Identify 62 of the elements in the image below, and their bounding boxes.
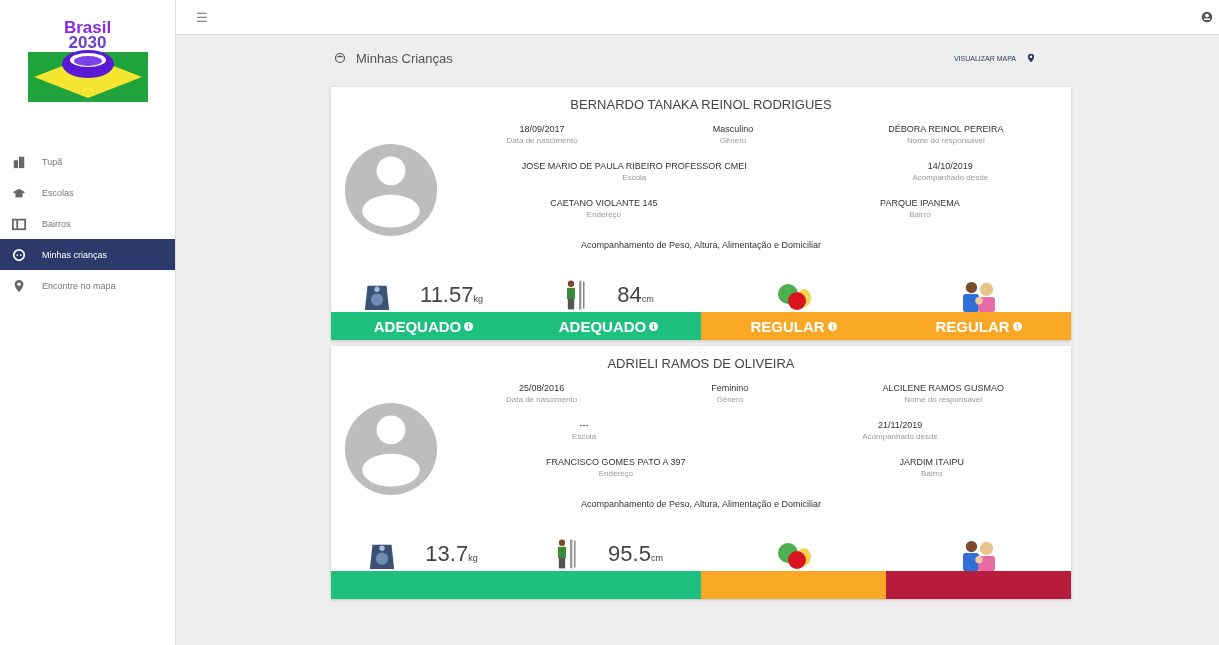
city-icon [12, 154, 26, 169]
sidebar-item[interactable]: Minhas crianças [0, 239, 175, 270]
sidebar-item[interactable]: Bairros [0, 208, 175, 239]
info-icon[interactable] [464, 321, 474, 331]
field-value: 14/10/2019 [927, 161, 973, 171]
field-label: Acompanhado desde [912, 173, 989, 182]
measure-value: 11.57kg [420, 282, 483, 309]
child-name: BERNARDO TANAKA REINOL RODRIGUES [569, 96, 833, 112]
info-icon[interactable] [1012, 321, 1022, 331]
field-value: --- [579, 420, 589, 430]
child-icon [12, 247, 26, 262]
status-bar: REGULAR [701, 312, 886, 340]
avatar-icon [343, 401, 439, 497]
field-value: CAETANO VIOLANTE 145 [550, 198, 658, 208]
sidebar-item[interactable]: Encontre no mapa [0, 270, 175, 301]
measure-value: 95.5cm [608, 541, 663, 568]
status-bar: ADEQUADO [516, 312, 701, 340]
sidebar-item[interactable]: Escolas [0, 177, 175, 208]
child-icon [334, 52, 346, 64]
field-label: Acompanhado desde [862, 432, 938, 441]
field-label: Bairro [921, 469, 943, 478]
field-value: 21/11/2019 [877, 420, 923, 430]
pin-icon [1026, 52, 1036, 64]
measure-value: 13.7 kg [425, 541, 478, 568]
field-value: FRANCISCO GOMES PATO A 397 [546, 457, 686, 467]
info-icon[interactable] [649, 321, 659, 331]
child-name: ADRIELI RAMOS DE OLIVEIRA [606, 355, 796, 371]
field-value: ALCILENE RAMOS GUSMAO [882, 383, 1004, 393]
field-label: Gênero [716, 395, 744, 404]
pin-icon [12, 278, 26, 293]
map-icon [12, 216, 26, 231]
status-bar: ADEQUADO [331, 312, 516, 340]
logo-text: Brasil [63, 20, 112, 35]
measure-value: 84cm [617, 282, 654, 309]
info-icon[interactable] [827, 321, 837, 331]
field-value: JARDIM ITAIPU [899, 457, 964, 467]
logo-text: 2030 [68, 35, 107, 50]
field-label: Gênero [719, 136, 747, 145]
field-value: DÉBORA REINOL PEREIRA [888, 124, 1004, 134]
field-label: Data de nascimento [506, 395, 578, 404]
field-value: Masculino [712, 124, 754, 134]
tracking-text: Acompanhamento de Peso, Altura, Alimentação e Domiciliar [579, 240, 823, 250]
menu-button[interactable]: ☰ [196, 9, 208, 25]
field-value: PARQUE IPANEMA [880, 198, 960, 208]
field-label: Nome do responsável [904, 395, 983, 404]
field-value: 25/08/2016 [519, 383, 565, 393]
field-label: Endereço [586, 210, 622, 219]
page-title: Minhas Crianças [356, 50, 454, 66]
user-icon[interactable] [1201, 11, 1213, 23]
field-label: Data de nascimento [506, 136, 578, 145]
field-value: Feminino [711, 383, 749, 393]
field-value: 18/09/2017 [519, 124, 565, 134]
field-label: Bairro [909, 210, 931, 219]
field-label: Nome do responsável [906, 136, 985, 145]
status-bar: REGULAR [886, 312, 1071, 340]
sidebar-item[interactable]: Tupã [0, 146, 175, 177]
field-label: Escola [572, 432, 597, 441]
tracking-text: Acompanhamento de Peso, Altura, Alimentação e Domiciliar [579, 499, 823, 509]
field-label: Endereço [598, 469, 633, 478]
field-label: Escola [622, 173, 647, 182]
field-value: JOSE MARIO DE PAULA RIBEIRO PROFESSOR CMEI [521, 161, 747, 171]
avatar-icon [343, 142, 439, 238]
